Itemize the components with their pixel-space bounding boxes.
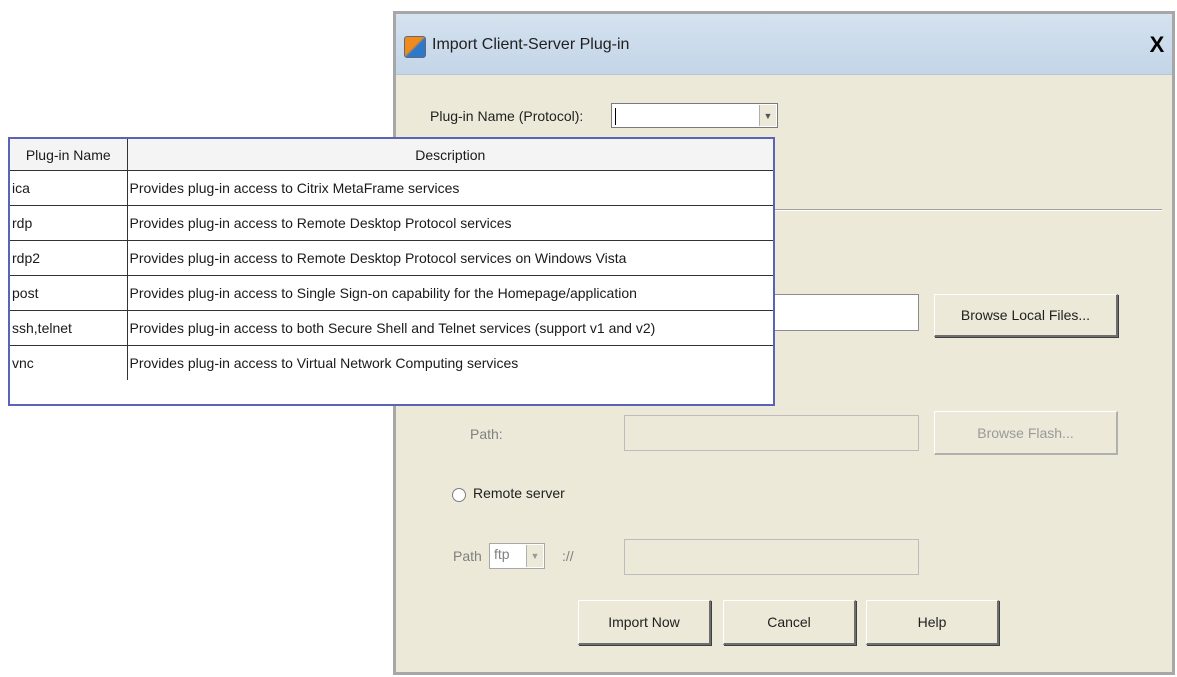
remote-server-radio[interactable] <box>452 488 466 502</box>
plugin-name-cell: rdp <box>10 205 128 241</box>
chevron-down-icon[interactable]: ▼ <box>759 105 776 126</box>
help-button[interactable]: Help <box>866 600 999 645</box>
description-cell: Provides plug-in access to Virtual Netwo… <box>126 345 773 380</box>
plugin-name-dropdown[interactable]: ▼ <box>611 103 778 128</box>
plugin-name-cell: ica <box>10 170 128 206</box>
protocol-dropdown[interactable]: ftp ▼ <box>489 543 545 569</box>
browse-local-files-button[interactable]: Browse Local Files... <box>934 294 1118 337</box>
local-file-path-input[interactable] <box>768 294 919 331</box>
dialog-title: Import Client-Server Plug-in <box>432 36 630 53</box>
close-button[interactable]: X <box>1146 33 1168 57</box>
table-header-row: Plug-in Name Description <box>10 139 773 171</box>
table-row: rdp Provides plug-in access to Remote De… <box>10 205 773 241</box>
description-cell: Provides plug-in access to Single Sign-o… <box>126 275 773 311</box>
description-cell: Provides plug-in access to Citrix MetaFr… <box>126 170 773 206</box>
plugin-name-label: Plug-in Name (Protocol): <box>430 108 584 124</box>
remote-path-input[interactable] <box>624 539 919 575</box>
dialog-titlebar: Import Client-Server Plug-in X <box>396 14 1172 75</box>
plugin-name-header: Plug-in Name <box>10 139 128 171</box>
plugin-name-cell: post <box>10 275 128 311</box>
plugin-table: Plug-in Name Description ica Provides pl… <box>8 137 775 406</box>
cancel-button[interactable]: Cancel <box>723 600 856 645</box>
table-row: ssh,telnet Provides plug-in access to bo… <box>10 310 773 346</box>
remote-server-label: Remote server <box>473 485 565 501</box>
table-row: ica Provides plug-in access to Citrix Me… <box>10 170 773 206</box>
table-row: rdp2 Provides plug-in access to Remote D… <box>10 240 773 276</box>
chevron-down-icon[interactable]: ▼ <box>526 545 543 567</box>
description-cell: Provides plug-in access to both Secure S… <box>126 310 773 346</box>
flash-path-label: Path: <box>470 426 503 442</box>
import-now-button[interactable]: Import Now <box>578 600 711 645</box>
remote-path-label: Path <box>453 548 482 564</box>
description-header: Description <box>126 139 773 171</box>
protocol-value: ftp <box>494 546 510 562</box>
description-cell: Provides plug-in access to Remote Deskto… <box>126 205 773 241</box>
plugin-name-cell: rdp2 <box>10 240 128 276</box>
protocol-separator: :// <box>562 548 574 564</box>
section-divider <box>768 209 1162 211</box>
table-row: vnc Provides plug-in access to Virtual N… <box>10 345 773 380</box>
text-caret <box>615 108 616 125</box>
browse-flash-button[interactable]: Browse Flash... <box>934 411 1118 455</box>
plugin-name-cell: ssh,telnet <box>10 310 128 346</box>
plugin-name-cell: vnc <box>10 345 128 380</box>
plugin-table-grid: Plug-in Name Description ica Provides pl… <box>10 139 773 380</box>
table-row: post Provides plug-in access to Single S… <box>10 275 773 311</box>
flash-path-input[interactable] <box>624 415 919 451</box>
description-cell: Provides plug-in access to Remote Deskto… <box>126 240 773 276</box>
plugin-app-icon <box>404 36 426 58</box>
